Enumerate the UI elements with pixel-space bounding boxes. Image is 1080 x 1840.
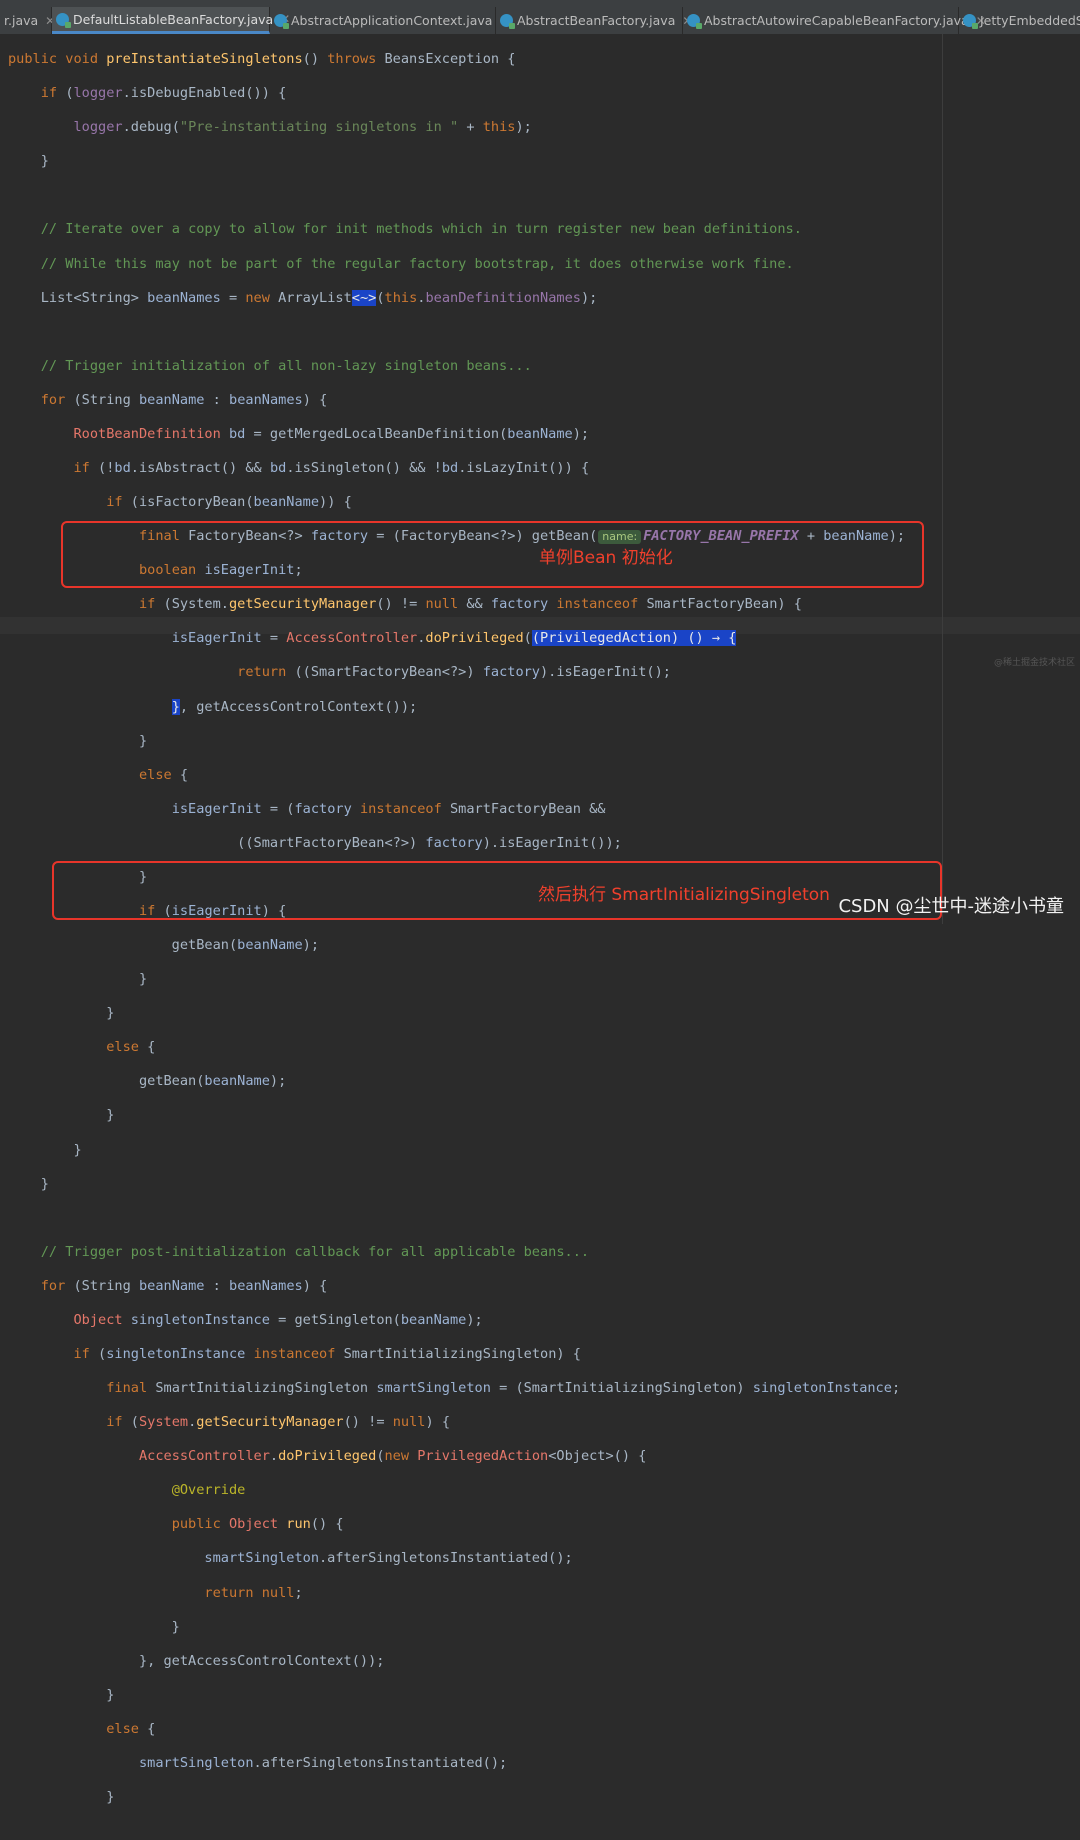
code-editor[interactable]: public void preInstantiateSingletons() t… [0,34,1080,1805]
tab-abstractbeanfactory[interactable]: AbstractBeanFactory.java ✕ [496,7,692,34]
java-class-icon [500,14,515,29]
tab-label: JettyEmbeddedSe [980,13,1080,28]
java-class-icon [687,14,702,29]
annotation-label-smart-init: 然后执行 SmartInitializingSingleton [538,885,830,905]
csdn-watermark: CSDN @尘世中-迷途小书童 [838,896,1064,917]
java-class-icon [963,14,978,29]
tab-defaultlistablebeanfactory[interactable]: DefaultListableBeanFactory.java ✕ [52,7,290,34]
annotation-box-singleton-init [61,521,924,588]
editor-tab-bar: r.java ✕ DefaultListableBeanFactory.java… [0,0,1080,34]
java-class-icon [56,12,71,28]
tab-jettyembeddedse[interactable]: JettyEmbeddedSe [959,7,1080,34]
tab-label: AbstractApplicationContext.java [291,13,493,28]
code-text[interactable]: public void preInstantiateSingletons() t… [8,34,905,1840]
watermark-faint: @稀土掘金技术社区 [994,658,1076,668]
annotation-label-singleton-init: 单例Bean 初始化 [539,548,673,568]
tab-label: AbstractAutowireCapableBeanFactory.java [704,13,969,28]
tab-label: AbstractBeanFactory.java [517,13,676,28]
tab-list: r.java ✕ DefaultListableBeanFactory.java… [0,7,1080,34]
tab-r-java[interactable]: r.java ✕ [0,7,55,34]
right-margin-guide [942,34,943,924]
tab-abstractapplicationcontext[interactable]: AbstractApplicationContext.java ✕ [270,7,510,34]
java-class-icon [274,14,289,29]
tab-abstractautowirecapablebeanfactory[interactable]: AbstractAutowireCapableBeanFactory.java … [683,7,986,34]
tab-label: r.java [4,13,39,28]
tab-label: DefaultListableBeanFactory.java [73,11,274,27]
